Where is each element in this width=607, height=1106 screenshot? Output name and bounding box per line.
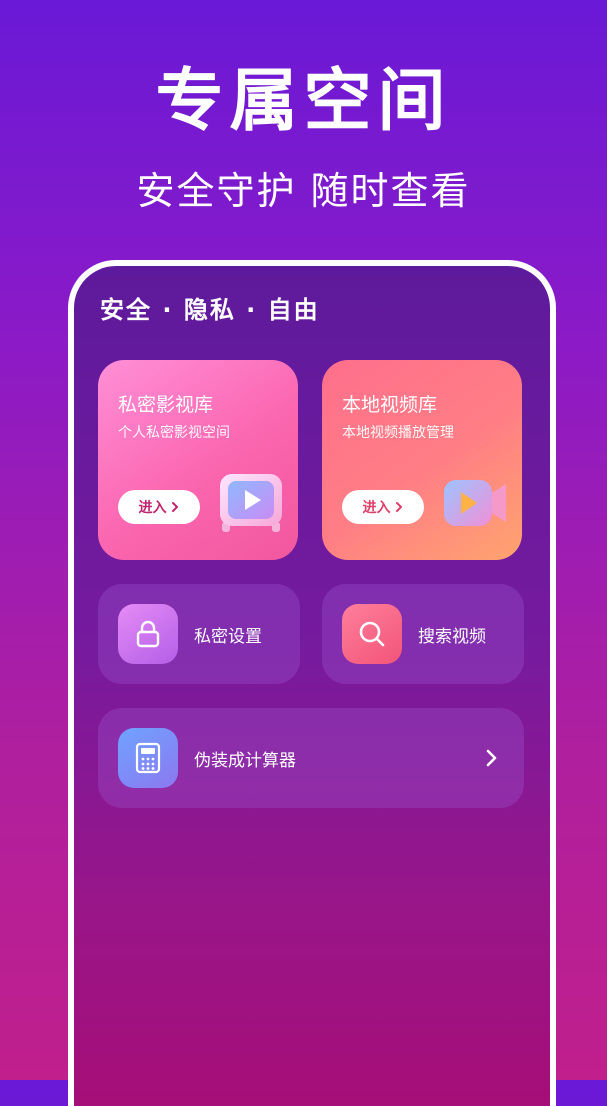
search-video-tile[interactable]: 搜索视频: [322, 584, 524, 684]
chevron-right-icon: [171, 502, 178, 512]
hero-title: 专属空间: [155, 62, 452, 141]
card-title: 本地视频库: [342, 394, 438, 416]
enter-button[interactable]: 进入: [342, 490, 424, 524]
card-subtitle: 个人私密影视空间: [118, 425, 230, 441]
enter-button-label: 进入: [138, 500, 167, 516]
search-icon: [342, 604, 402, 664]
chevron-right-icon[interactable]: [484, 744, 500, 772]
private-settings-tile[interactable]: 私密设置: [98, 584, 300, 684]
lock-icon: [118, 604, 178, 664]
tv-play-icon: [220, 474, 282, 532]
enter-button-label: 进入: [362, 500, 391, 516]
calculator-icon: [118, 728, 178, 788]
tagline: 安全 · 隐私 · 自由: [100, 296, 320, 324]
video-camera-icon: [444, 480, 506, 526]
disguise-calculator-tile[interactable]: 伪装成计算器: [98, 708, 524, 808]
hero-subtitle: 安全守护 随时查看: [136, 169, 471, 213]
phone-frame: 安全 · 隐私 · 自由 私密影视库 个人私密影视空间 进入 本地视频库 本地视…: [68, 260, 556, 1106]
tile-label: 搜索视频: [418, 627, 486, 647]
card-subtitle: 本地视频播放管理: [342, 425, 454, 441]
tile-label: 伪装成计算器: [194, 751, 296, 771]
card-title: 私密影视库: [118, 394, 214, 416]
tile-label: 私密设置: [194, 627, 262, 647]
enter-button[interactable]: 进入: [118, 490, 200, 524]
chevron-right-icon: [395, 502, 402, 512]
private-video-library-card[interactable]: 私密影视库 个人私密影视空间 进入: [98, 360, 298, 560]
local-video-library-card[interactable]: 本地视频库 本地视频播放管理 进入: [322, 360, 522, 560]
